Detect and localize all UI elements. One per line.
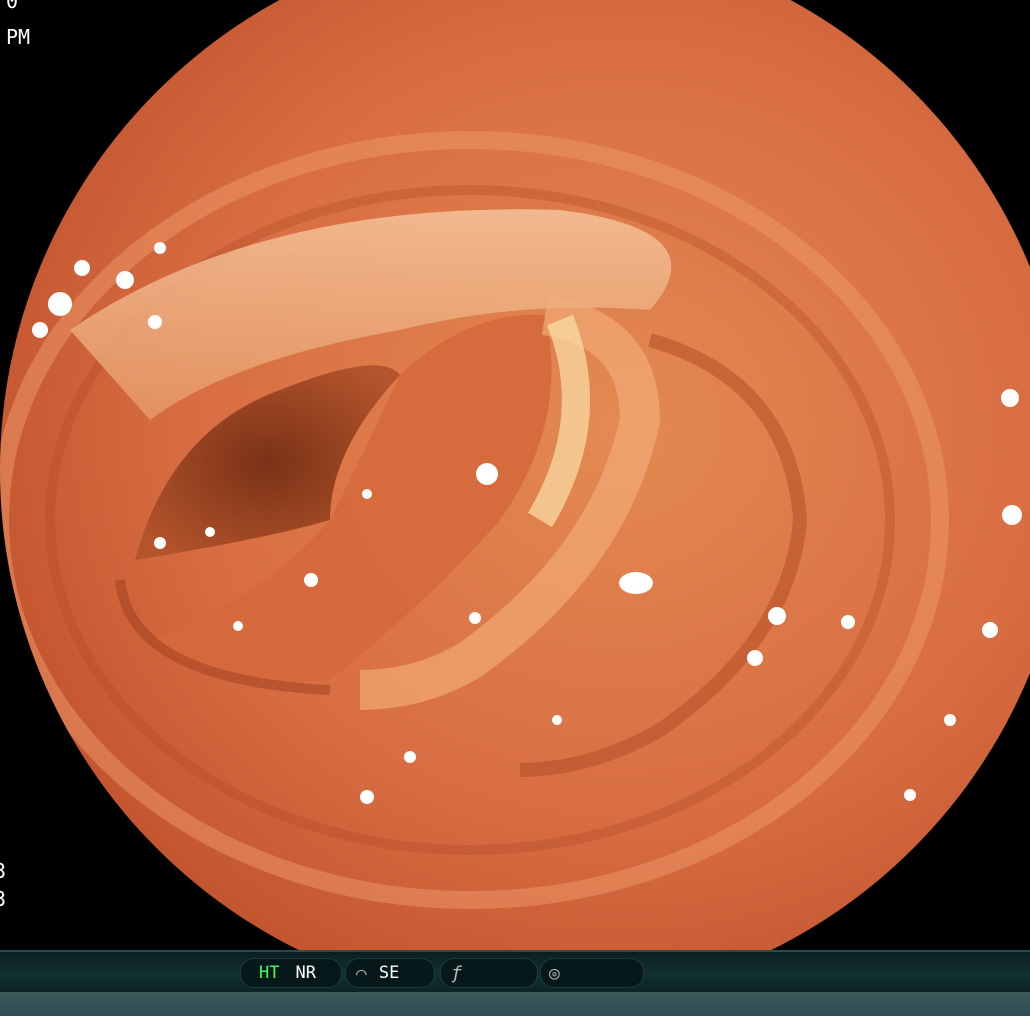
nr-label: NR bbox=[295, 963, 316, 983]
se-label: SE bbox=[378, 963, 400, 983]
overlay-text-time-period: PM bbox=[6, 25, 31, 49]
function-indicator: ƒ bbox=[440, 958, 538, 988]
enhancement-curve-icon: ⌒ bbox=[356, 962, 367, 984]
overlay-text-bottom-left-1: 3 bbox=[0, 859, 7, 883]
status-bar: HT NR ⌒ SE ƒ ◎ bbox=[0, 950, 1030, 1016]
function-icon: ƒ bbox=[451, 962, 462, 984]
waveform-circle-icon: ◎ bbox=[549, 962, 560, 984]
endoscopic-image bbox=[0, 0, 1030, 950]
status-bar-lower-strip bbox=[0, 992, 1030, 1016]
overlay-text-bottom-left-2: 3 bbox=[0, 887, 7, 911]
endoscopy-view: 0 PM 3 3 bbox=[0, 0, 1030, 950]
waveform-indicator: ◎ bbox=[540, 958, 644, 988]
ht-label: HT bbox=[259, 963, 280, 983]
overlay-text-top-left-1: 0 bbox=[6, 0, 19, 13]
se-indicator: ⌒ SE bbox=[345, 958, 435, 988]
ht-nr-indicator: HT NR bbox=[240, 958, 342, 988]
